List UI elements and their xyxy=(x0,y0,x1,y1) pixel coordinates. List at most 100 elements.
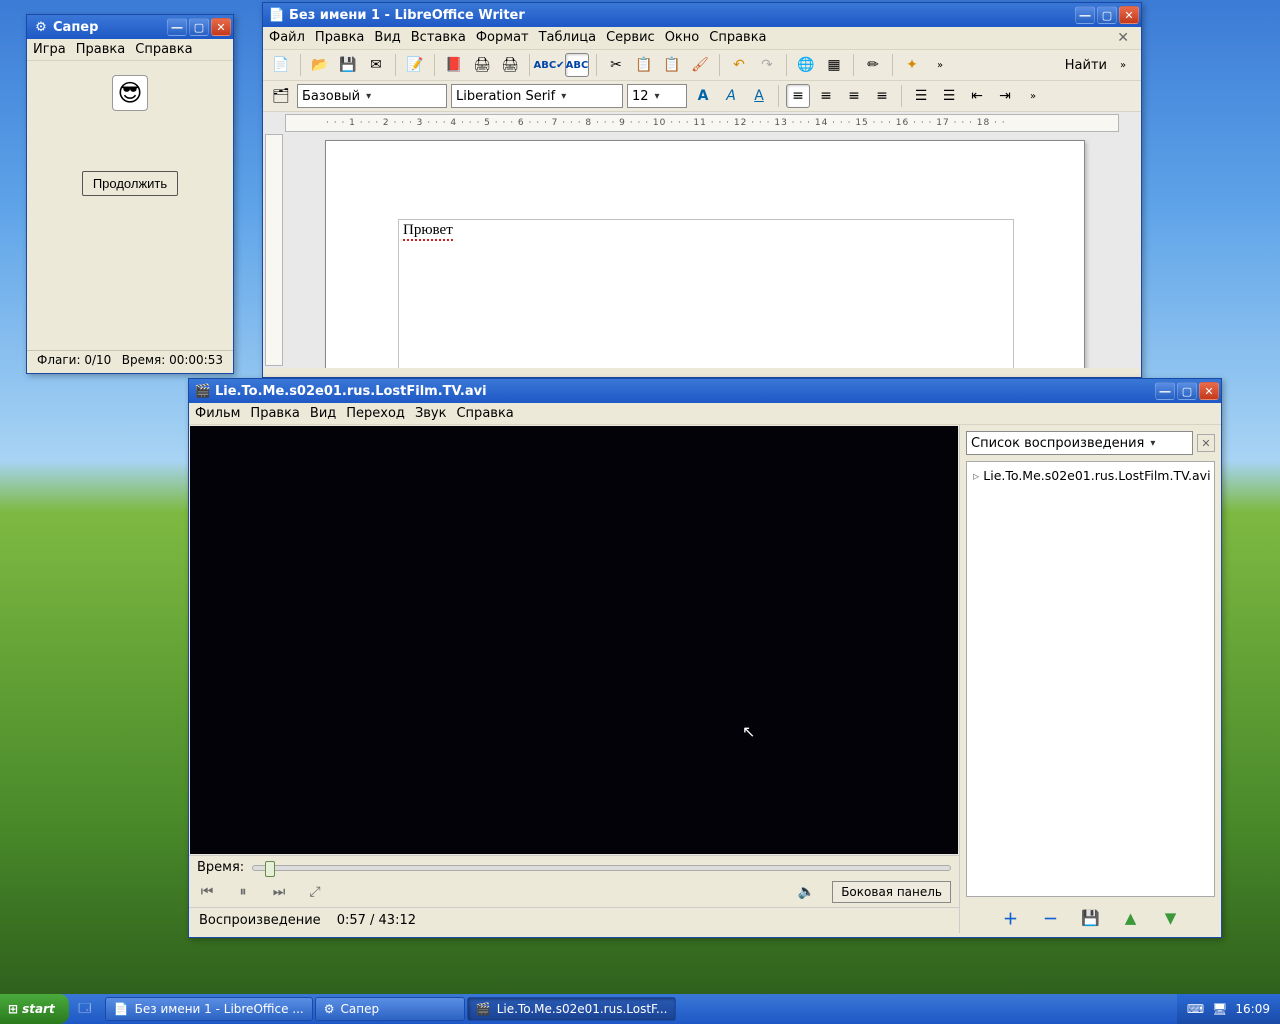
vertical-ruler[interactable] xyxy=(265,134,283,366)
menu-insert[interactable]: Вставка xyxy=(411,30,466,46)
menu-edit[interactable]: Правка xyxy=(76,42,125,57)
increase-indent-icon[interactable]: ⇥ xyxy=(993,84,1017,108)
chevron-down-icon[interactable]: » xyxy=(928,53,952,77)
close-button[interactable]: ✕ xyxy=(1199,382,1219,400)
remove-button[interactable]: － xyxy=(1042,909,1060,927)
tray-keyboard-icon[interactable]: ⌨ xyxy=(1187,1002,1204,1016)
print-preview-icon[interactable]: 🖨 xyxy=(498,53,522,77)
menu-view[interactable]: Вид xyxy=(310,406,336,421)
minesweeper-titlebar[interactable]: ⚙ Сапер ― ▢ ✕ xyxy=(27,15,233,39)
pause-button[interactable]: ⏸ xyxy=(233,883,253,901)
video-output[interactable]: ↖ xyxy=(190,426,958,854)
minimize-button[interactable]: ― xyxy=(1075,6,1095,24)
taskbar-task-minesweeper[interactable]: ⚙ Сапер xyxy=(315,997,465,1021)
paragraph-style-combo[interactable]: Базовый▾ xyxy=(297,84,447,108)
autospellcheck-icon[interactable]: ABC xyxy=(565,53,589,77)
text-frame[interactable]: Прювет xyxy=(398,219,1014,368)
copy-icon[interactable]: 📋 xyxy=(632,53,656,77)
close-document-icon[interactable]: ✕ xyxy=(1111,30,1135,46)
close-button[interactable]: ✕ xyxy=(1119,6,1139,24)
spellcheck-icon[interactable]: ABC✔ xyxy=(537,53,561,77)
seek-slider[interactable] xyxy=(252,865,951,871)
menu-help[interactable]: Справка xyxy=(135,42,192,57)
minimize-button[interactable]: ― xyxy=(167,18,187,36)
email-icon[interactable]: ✉ xyxy=(364,53,388,77)
playlist-item[interactable]: ▹ Lie.To.Me.s02e01.rus.LostFilm.TV.avi xyxy=(973,468,1208,483)
tray-display-icon[interactable]: 🖥 xyxy=(1212,1002,1227,1016)
new-doc-icon[interactable]: 📄 xyxy=(269,53,293,77)
show-desktop-icon[interactable]: 🗔 xyxy=(75,999,95,1019)
menu-view[interactable]: Вид xyxy=(374,30,400,46)
playlist-list[interactable]: ▹ Lie.To.Me.s02e01.rus.LostFilm.TV.avi xyxy=(966,461,1215,897)
bold-icon[interactable]: A xyxy=(691,84,715,108)
seek-thumb[interactable] xyxy=(265,861,275,877)
menu-edit[interactable]: Правка xyxy=(315,30,364,46)
styles-icon[interactable]: 🗂 xyxy=(269,84,293,108)
chevron-down-icon[interactable]: » xyxy=(1021,84,1045,108)
menu-window[interactable]: Окно xyxy=(665,30,700,46)
bulleted-list-icon[interactable]: ☰ xyxy=(937,84,961,108)
add-button[interactable]: ＋ xyxy=(1002,909,1020,927)
save-icon[interactable]: 💾 xyxy=(336,53,360,77)
writer-titlebar[interactable]: 📄 Без имени 1 - LibreOffice Writer ― ▢ ✕ xyxy=(263,3,1141,27)
maximize-button[interactable]: ▢ xyxy=(189,18,209,36)
previous-button[interactable]: ⏮ xyxy=(197,883,217,901)
horizontal-ruler[interactable]: · · · 1 · · · 2 · · · 3 · · · 4 · · · 5 … xyxy=(285,114,1119,132)
tray-clock[interactable]: 16:09 xyxy=(1235,1002,1270,1016)
move-up-button[interactable]: ▲ xyxy=(1122,909,1140,927)
player-titlebar[interactable]: 🎬 Lie.To.Me.s02e01.rus.LostFilm.TV.avi ―… xyxy=(189,379,1221,403)
underline-icon[interactable]: A xyxy=(747,84,771,108)
align-right-icon[interactable]: ≡ xyxy=(842,84,866,108)
hyperlink-icon[interactable]: 🌐 xyxy=(794,53,818,77)
next-button[interactable]: ⏭ xyxy=(269,883,289,901)
volume-icon[interactable]: 🔈 xyxy=(796,883,816,901)
menu-help[interactable]: Справка xyxy=(456,406,513,421)
cut-icon[interactable]: ✂ xyxy=(604,53,628,77)
menu-file[interactable]: Файл xyxy=(269,30,305,46)
align-justify-icon[interactable]: ≡ xyxy=(870,84,894,108)
print-direct-icon[interactable]: 🖨 xyxy=(470,53,494,77)
undo-icon[interactable]: ↶ xyxy=(727,53,751,77)
playlist-selector-combo[interactable]: Список воспроизведения▾ xyxy=(966,431,1193,455)
menu-format[interactable]: Формат xyxy=(476,30,529,46)
menu-table[interactable]: Таблица xyxy=(539,30,597,46)
fullscreen-button[interactable]: ⤢ xyxy=(305,883,325,901)
maximize-button[interactable]: ▢ xyxy=(1097,6,1117,24)
close-button[interactable]: ✕ xyxy=(211,18,231,36)
find-label[interactable]: Найти xyxy=(1065,58,1107,73)
format-paintbrush-icon[interactable]: 🖌 xyxy=(688,53,712,77)
insert-table-icon[interactable]: ▦ xyxy=(822,53,846,77)
taskbar-task-player[interactable]: 🎬 Lie.To.Me.s02e01.rus.LostF... xyxy=(467,997,677,1021)
navigator-icon[interactable]: ✦ xyxy=(900,53,924,77)
align-center-icon[interactable]: ≡ xyxy=(814,84,838,108)
document-page[interactable]: Прювет xyxy=(325,140,1085,368)
taskbar-task-writer[interactable]: 📄 Без имени 1 - LibreOffice ... xyxy=(105,997,313,1021)
maximize-button[interactable]: ▢ xyxy=(1177,382,1197,400)
menu-tools[interactable]: Сервис xyxy=(606,30,655,46)
menu-go[interactable]: Переход xyxy=(346,406,405,421)
save-playlist-button[interactable]: 💾 xyxy=(1082,909,1100,927)
menu-movie[interactable]: Фильм xyxy=(195,406,240,421)
decrease-indent-icon[interactable]: ⇤ xyxy=(965,84,989,108)
paste-icon[interactable]: 📋 xyxy=(660,53,684,77)
move-down-button[interactable]: ▼ xyxy=(1162,909,1180,927)
show-draw-icon[interactable]: ✏ xyxy=(861,53,885,77)
minesweeper-face-icon[interactable]: 😎 xyxy=(112,75,148,111)
chevron-down-icon[interactable]: » xyxy=(1111,53,1135,77)
continue-button[interactable]: Продолжить xyxy=(82,171,178,196)
italic-icon[interactable]: A xyxy=(719,84,743,108)
edit-mode-icon[interactable]: 📝 xyxy=(403,53,427,77)
open-icon[interactable]: 📂 xyxy=(308,53,332,77)
start-button[interactable]: ⊞ start xyxy=(0,994,69,1024)
minimize-button[interactable]: ― xyxy=(1155,382,1175,400)
menu-sound[interactable]: Звук xyxy=(415,406,447,421)
menu-edit[interactable]: Правка xyxy=(250,406,299,421)
redo-icon[interactable]: ↷ xyxy=(755,53,779,77)
side-panel-button[interactable]: Боковая панель xyxy=(832,881,951,903)
numbered-list-icon[interactable]: ☰ xyxy=(909,84,933,108)
menu-help[interactable]: Справка xyxy=(709,30,766,46)
align-left-icon[interactable]: ≡ xyxy=(786,84,810,108)
export-pdf-icon[interactable]: 📕 xyxy=(442,53,466,77)
font-name-combo[interactable]: Liberation Serif▾ xyxy=(451,84,623,108)
playlist-close-button[interactable]: ✕ xyxy=(1197,434,1215,452)
